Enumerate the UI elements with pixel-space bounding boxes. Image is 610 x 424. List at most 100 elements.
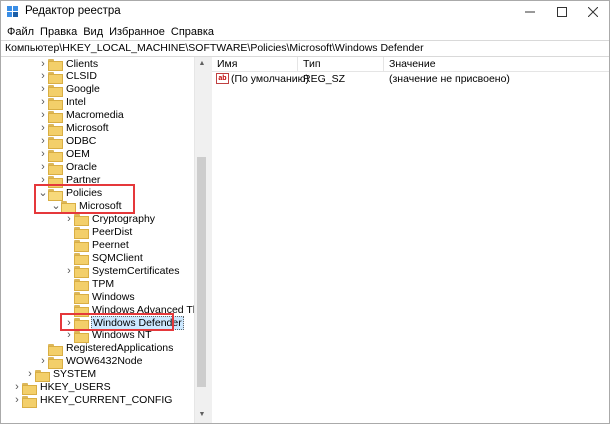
menu-item-1[interactable]: Правка	[39, 26, 82, 38]
tree-node[interactable]: › OEM	[38, 148, 91, 162]
menu-item-0[interactable]: Файл	[6, 26, 39, 38]
string-value-icon: ab	[216, 73, 229, 84]
tree-node[interactable]: › WOW6432Node	[38, 355, 143, 369]
tree-node-label: HKEY_CURRENT_CONFIG	[40, 394, 173, 407]
minimize-icon	[525, 11, 535, 13]
tree-node[interactable]: › Clients	[38, 57, 99, 71]
folder-icon	[74, 213, 89, 227]
highlight-box-policies	[34, 183, 135, 215]
chevron-right-icon[interactable]: ›	[38, 96, 48, 109]
tree-node-label: Peernet	[92, 238, 129, 251]
column-header-type[interactable]: Тип	[298, 57, 384, 72]
scrollbar-thumb[interactable]	[197, 157, 206, 387]
folder-icon	[35, 369, 50, 382]
chevron-right-icon[interactable]: ›	[38, 148, 48, 161]
window-title: Редактор реестра	[25, 5, 121, 17]
tree-node-label: Windows	[92, 290, 135, 303]
column-header-value[interactable]: Значение	[384, 57, 609, 72]
tree-node-label: Macromedia	[66, 109, 124, 122]
folder-icon	[74, 265, 89, 279]
folder-icon	[74, 278, 89, 292]
tree-node[interactable]: › HKEY_USERS	[12, 381, 112, 395]
chevron-right-icon[interactable]: ›	[38, 122, 48, 135]
chevron-right-icon[interactable]: ›	[38, 83, 48, 96]
menu-item-3[interactable]: Избранное	[108, 26, 170, 38]
tree-node-label: OEM	[66, 148, 90, 161]
chevron-right-icon[interactable]: ›	[38, 109, 48, 122]
chevron-right-icon[interactable]: ›	[38, 161, 48, 174]
tree-node[interactable]: TPM	[64, 277, 115, 292]
value-row[interactable]: ab (По умолчанию) REG_SZ (значение не пр…	[212, 72, 609, 86]
chevron-right-icon[interactable]: ›	[38, 70, 48, 83]
folder-icon	[48, 136, 63, 149]
folder-icon	[48, 97, 63, 110]
chevron-right-icon[interactable]: ›	[64, 264, 74, 277]
tree-node[interactable]: › Microsoft	[38, 122, 110, 136]
address-bar[interactable]: Компьютер\HKEY_LOCAL_MACHINE\SOFTWARE\Po…	[1, 40, 609, 57]
folder-icon	[48, 162, 63, 175]
folder-icon	[74, 330, 89, 343]
folder-icon	[48, 71, 63, 84]
values-header: Имя Тип Значение	[212, 57, 609, 72]
folder-icon	[74, 226, 89, 240]
tree-node-label: HKEY_USERS	[40, 381, 111, 394]
tree-node[interactable]: › CLSID	[38, 70, 98, 84]
folder-icon	[74, 252, 89, 266]
tree-node-label: PeerDist	[92, 225, 133, 238]
tree-node-label: SystemCertificates	[92, 264, 180, 277]
menu-item-4[interactable]: Справка	[170, 26, 219, 38]
column-header-name[interactable]: Имя	[212, 57, 298, 72]
tree-node[interactable]: › Macromedia	[38, 109, 125, 123]
tree-node[interactable]: › Google	[38, 83, 101, 97]
tree-node[interactable]: SQMClient	[64, 251, 144, 266]
tree-node[interactable]: Peernet	[64, 238, 130, 253]
tree-node[interactable]: › Oracle	[38, 161, 98, 175]
tree-node-label: CLSID	[66, 70, 97, 83]
scroll-down-icon[interactable]: ▼	[198, 411, 206, 419]
value-type: REG_SZ	[303, 73, 346, 85]
scroll-up-icon[interactable]: ▲	[198, 60, 206, 68]
chevron-right-icon[interactable]: ›	[38, 355, 48, 368]
close-button[interactable]	[578, 1, 608, 23]
tree-node[interactable]: › SYSTEM	[25, 368, 97, 382]
tree-node-label: Oracle	[66, 161, 97, 174]
folder-icon	[22, 395, 37, 408]
folder-icon	[48, 84, 63, 97]
tree-node[interactable]: › ODBC	[38, 135, 97, 149]
folder-icon	[22, 382, 37, 395]
tree-node-label: WOW6432Node	[66, 355, 143, 368]
tree-node[interactable]: › Intel	[38, 96, 87, 110]
tree-node[interactable]: › HKEY_CURRENT_CONFIG	[12, 394, 173, 408]
chevron-right-icon[interactable]: ›	[25, 368, 35, 381]
folder-icon	[74, 291, 89, 305]
menu-bar: Файл Правка Вид Избранное Справка	[1, 23, 609, 40]
value-name: (По умолчанию)	[231, 73, 310, 85]
tree-scrollbar[interactable]: ▲ ▼	[194, 57, 208, 423]
close-icon	[588, 7, 598, 17]
values-list: Имя Тип Значение ab (По умолчанию) REG_S…	[212, 57, 609, 423]
tree-node[interactable]: › SystemCertificates	[64, 264, 181, 279]
chevron-right-icon[interactable]: ›	[12, 381, 22, 394]
value-data: (значение не присвоено)	[389, 73, 510, 85]
chevron-right-icon[interactable]: ›	[38, 57, 48, 70]
title-bar[interactable]: Редактор реестра	[1, 1, 609, 23]
chevron-right-icon[interactable]: ›	[38, 135, 48, 148]
menu-item-2[interactable]: Вид	[82, 26, 108, 38]
chevron-right-icon[interactable]: ›	[12, 394, 22, 407]
maximize-icon	[557, 7, 567, 17]
folder-icon	[48, 110, 63, 123]
tree-node[interactable]: Windows	[64, 290, 136, 305]
tree-node[interactable]: RegisteredApplications	[38, 342, 174, 356]
folder-icon	[48, 356, 63, 369]
tree-node-label: TPM	[92, 277, 115, 290]
folder-icon	[48, 149, 63, 162]
tree-node-label: Microsoft	[66, 122, 109, 135]
tree-node[interactable]: PeerDist	[64, 225, 133, 240]
minimize-button[interactable]	[515, 1, 545, 23]
tree-node-label: Cryptography	[92, 212, 156, 225]
maximize-button[interactable]	[547, 1, 577, 23]
